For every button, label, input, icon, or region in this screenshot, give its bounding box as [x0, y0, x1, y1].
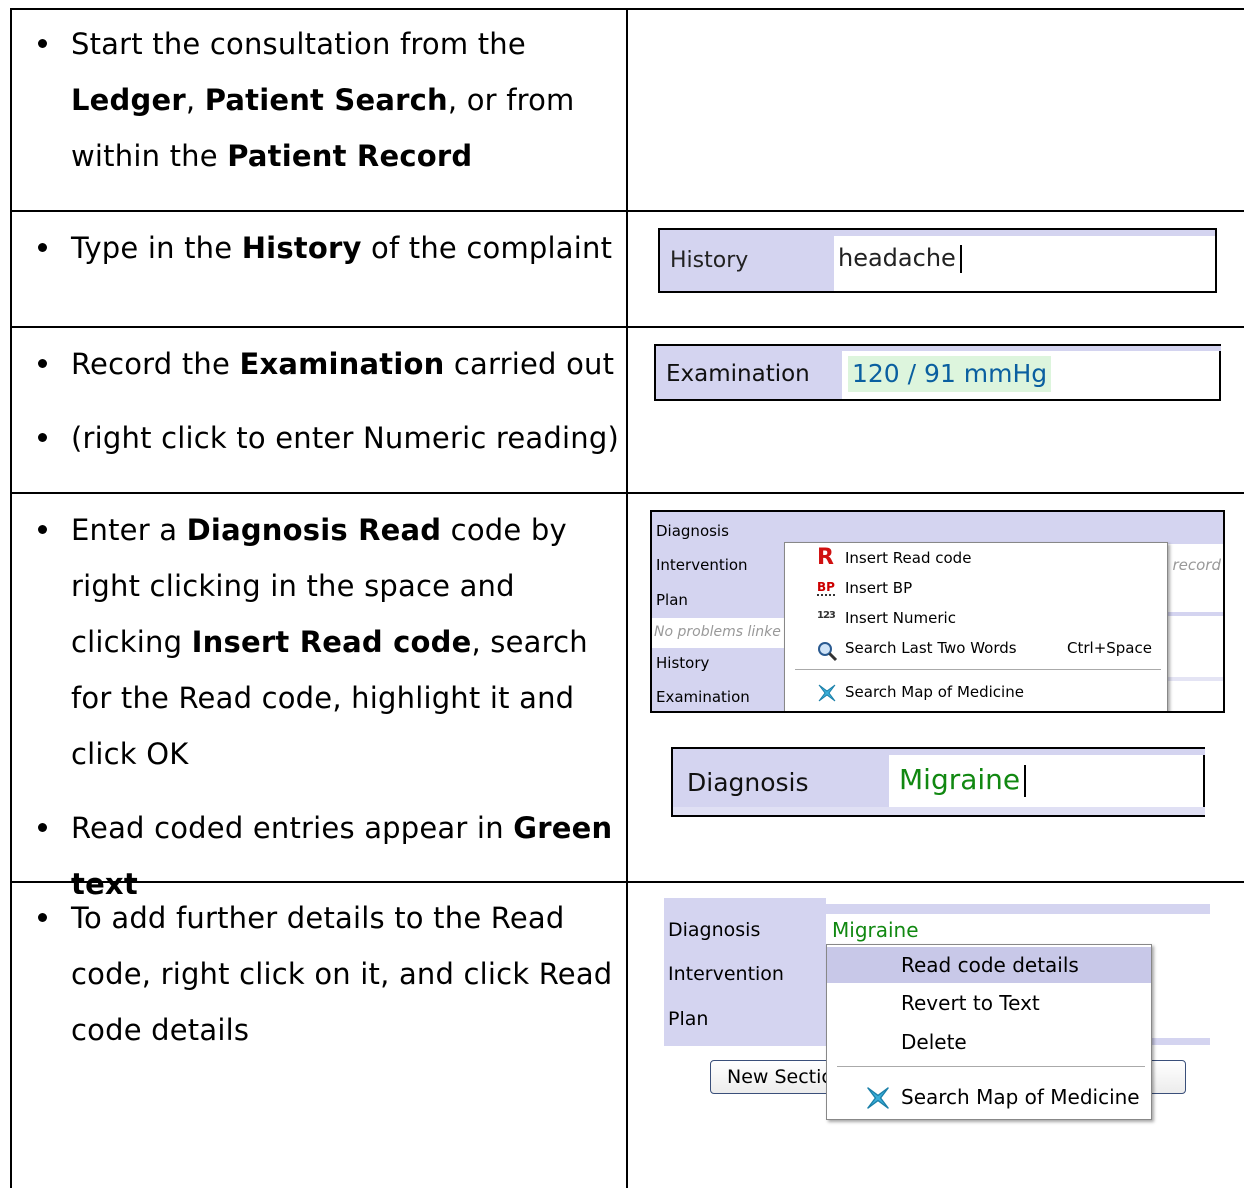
side-label-diagnosis: Diagnosis — [656, 522, 729, 540]
menu-item-label: Search Map of Medicine — [845, 683, 1024, 701]
text-segment: Record the — [71, 347, 240, 381]
row-1-text: Start the consultation from the Ledger, … — [10, 16, 626, 184]
menu-item-label: Insert BP — [845, 579, 913, 597]
menu-item-search-map-of-medicine[interactable]: Search Map of Medicine — [785, 679, 1167, 709]
side-label-no-problems: No problems linke — [654, 624, 781, 640]
menu-item-shortcut: Ctrl+Space — [1067, 639, 1152, 657]
menu-item-search-map-of-medicine[interactable]: Search Map of Medicine — [827, 1079, 1151, 1115]
bullet-item: To add further details to the Read code,… — [10, 890, 626, 1058]
bold-text: Patient Record — [227, 139, 473, 173]
menu-item-label: Insert Numeric — [845, 609, 956, 627]
side-label-plan: Plan — [668, 1008, 709, 1030]
map-of-medicine-icon — [818, 684, 836, 702]
history-label: History — [670, 248, 749, 273]
text-segment: (right click to enter Numeric reading) — [71, 421, 619, 455]
menu-item-insert-numeric[interactable]: 123 Insert Numeric — [785, 605, 1167, 635]
history-input[interactable]: headache — [838, 244, 962, 273]
diagnosis-input[interactable]: Migraine — [899, 763, 1027, 797]
row-5-text: To add further details to the Read code,… — [10, 890, 626, 1058]
menu-separator — [795, 669, 1161, 670]
row-3-text: Record the Examination carried out (right… — [10, 336, 626, 466]
menu-item-label: Search Map of Medicine — [901, 1085, 1140, 1109]
text-segment: , — [185, 83, 205, 117]
menu-item-label: Read code details — [901, 953, 1079, 977]
menu-separator — [837, 1066, 1145, 1067]
menu-item-revert-to-text[interactable]: Revert to Text — [827, 985, 1151, 1021]
faded-record-text: s record — [1159, 556, 1221, 574]
menu-item-label: Revert to Text — [901, 991, 1040, 1015]
diagnosis-field-screenshot: Diagnosis Migraine — [671, 747, 1205, 817]
read-code-icon: R — [817, 545, 834, 570]
bold-text: Insert Read code — [191, 625, 472, 659]
menu-item-insert-read-code[interactable]: R Insert Read code — [785, 545, 1167, 575]
bold-text: History — [241, 231, 362, 265]
examination-field-screenshot: Examination 120 / 91 mmHg — [654, 344, 1221, 401]
menu-item-label: Delete — [901, 1030, 967, 1054]
bullet-item: Type in the History of the complaint — [10, 220, 626, 276]
text-segment: Start the consultation from the — [71, 27, 526, 61]
insert-menu-screenshot: Diagnosis Intervention Plan No problems … — [650, 510, 1225, 713]
menu-item-insert-bp[interactable]: BP Insert BP — [785, 575, 1167, 605]
side-label-intervention: Intervention — [668, 963, 784, 985]
text-segment: of the complaint — [361, 231, 613, 265]
numeric-icon: 123 — [817, 610, 836, 621]
history-field-screenshot: History headache — [658, 228, 1217, 293]
side-label-intervention: Intervention — [656, 556, 748, 574]
bold-text: Diagnosis Read — [186, 513, 442, 547]
row-2-text: Type in the History of the complaint — [10, 220, 626, 276]
read-code-context-menu: Read code details Revert to Text Delete … — [826, 944, 1152, 1120]
map-of-medicine-icon — [867, 1087, 889, 1109]
bold-text: Patient Search — [204, 83, 448, 117]
new-section-button-label: New Sectic — [727, 1066, 832, 1088]
side-label-examination: Examination — [656, 688, 750, 706]
side-label-history: History — [656, 654, 710, 672]
bold-text: Ledger — [71, 83, 186, 117]
diagnosis-label: Diagnosis — [687, 768, 809, 797]
magnifier-icon — [818, 642, 838, 662]
bullet-item: Record the Examination carried out — [10, 336, 626, 392]
text-segment: Type in the — [71, 231, 242, 265]
text-segment: carried out — [444, 347, 615, 381]
context-menu: R Insert Read code BP Insert BP 123 Inse… — [784, 542, 1168, 711]
examination-label: Examination — [666, 361, 810, 387]
menu-item-label: Insert Read code — [845, 549, 972, 567]
bullet-item: Enter a Diagnosis Read code by right cli… — [10, 502, 626, 782]
menu-item-delete[interactable]: Delete — [827, 1024, 1151, 1060]
bullet-item: (right click to enter Numeric reading) — [10, 410, 626, 466]
bold-text: Examination — [239, 347, 445, 381]
text-segment: Enter a — [71, 513, 187, 547]
text-segment: To add further details to the Read code,… — [71, 901, 613, 1047]
text-segment: Read coded entries appear in — [71, 811, 514, 845]
column-divider — [626, 8, 628, 1188]
bullet-item: Start the consultation from the Ledger, … — [10, 16, 626, 184]
menu-item-label: Search Last Two Words — [845, 639, 1017, 657]
diagnosis-value[interactable]: Migraine — [832, 918, 919, 942]
side-label-diagnosis: Diagnosis — [668, 919, 761, 941]
menu-item-search-last-two-words[interactable]: Search Last Two Words Ctrl+Space — [785, 635, 1167, 665]
read-code-details-screenshot: Diagnosis Intervention Plan Migraine New… — [664, 898, 1210, 1124]
side-label-plan: Plan — [656, 591, 688, 609]
row-4-text: Enter a Diagnosis Read code by right cli… — [10, 502, 626, 912]
menu-item-read-code-details[interactable]: Read code details — [827, 947, 1151, 983]
bp-icon: BP — [817, 580, 835, 596]
examination-numeric-value[interactable]: 120 / 91 mmHg — [848, 356, 1052, 392]
